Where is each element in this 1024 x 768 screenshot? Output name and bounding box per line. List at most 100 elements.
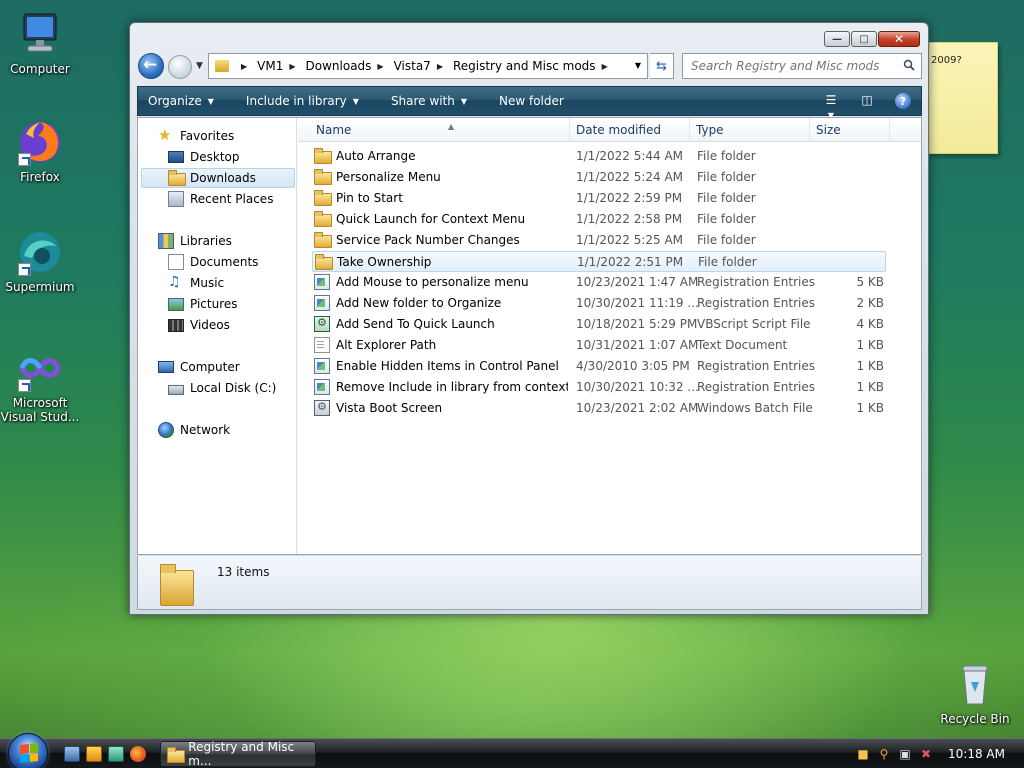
file-name-cell: Service Pack Number Changes xyxy=(336,233,520,247)
organize-button[interactable]: Organize ▼ xyxy=(148,94,214,108)
desktop-icon-recycle-bin[interactable]: Recycle Bin xyxy=(935,660,1015,726)
nav-downloads[interactable]: Downloads xyxy=(141,168,295,188)
file-row[interactable]: Add Send To Quick Launch 10/18/2021 5:29 … xyxy=(312,314,886,335)
minimize-button[interactable]: — xyxy=(824,31,850,47)
text-file-icon xyxy=(314,337,330,353)
breadcrumb-downloads[interactable]: Downloads ▶ xyxy=(306,59,394,73)
share-with-button[interactable]: Share with ▼ xyxy=(391,94,467,108)
file-size-cell: 5 KB xyxy=(856,275,884,289)
breadcrumb-current-folder[interactable]: Registry and Misc mods ▶ xyxy=(453,59,618,73)
nav-desktop[interactable]: Desktop xyxy=(168,147,240,167)
file-name-cell: Auto Arrange xyxy=(336,149,416,163)
tray-network-icon[interactable]: ▣ xyxy=(898,747,912,761)
folder-icon xyxy=(314,211,332,227)
nav-videos[interactable]: Videos xyxy=(168,315,230,335)
recent-places-icon xyxy=(168,191,184,207)
maximize-button[interactable]: □ xyxy=(851,31,877,47)
desktop-icon-label: Microsoft Visual Stud... xyxy=(0,396,80,424)
desktop-icon-computer[interactable]: Computer xyxy=(0,10,80,76)
view-options-button[interactable]: ☰ ▼ xyxy=(823,93,839,120)
nav-computer[interactable]: Computer xyxy=(158,357,240,377)
refresh-button[interactable]: ⇆ xyxy=(650,53,674,79)
file-size-cell: 1 KB xyxy=(856,401,884,415)
firefox-icon[interactable] xyxy=(130,746,146,762)
file-name-cell: Remove Include in library from context .… xyxy=(336,380,568,394)
file-date-cell: 1/1/2022 2:58 PM xyxy=(576,212,683,226)
column-headers: Name ▲ Date modified Type Size xyxy=(298,118,921,142)
file-date-cell: 1/1/2022 5:24 AM xyxy=(576,170,684,184)
file-name-cell: Add New folder to Organize xyxy=(336,296,502,310)
file-row[interactable]: Remove Include in library from context .… xyxy=(312,377,886,398)
desktop-icon-visual-studio[interactable]: Microsoft Visual Stud... xyxy=(0,344,80,424)
search-box[interactable] xyxy=(682,53,922,79)
registry-file-icon xyxy=(314,274,330,290)
address-history-dropdown[interactable]: ▼ xyxy=(635,61,641,70)
navigation-row: ▼ ▶ VM1▶ Downloads▶ Vista7▶ Registry and… xyxy=(138,53,922,81)
file-row[interactable]: Add New folder to Organize 10/30/2021 11:… xyxy=(312,293,886,314)
breadcrumb-arrow-root[interactable]: ▶ xyxy=(235,62,257,71)
taskbar: Registry and Misc m... ■ ⚲ ▣ ✖ 10:18 AM xyxy=(0,733,1024,768)
file-row[interactable]: Alt Explorer Path 10/31/2021 1:07 AM Text … xyxy=(312,335,886,356)
switch-windows-icon[interactable] xyxy=(108,746,124,762)
column-header-type[interactable]: Type xyxy=(690,118,810,142)
nav-network[interactable]: Network xyxy=(158,420,230,440)
search-icon[interactable] xyxy=(903,59,915,71)
file-row[interactable]: Pin to Start 1/1/2022 2:59 PM File folder xyxy=(312,188,886,209)
help-button[interactable]: ? xyxy=(895,93,911,109)
media-player-icon[interactable] xyxy=(86,746,102,762)
taskbar-button-explorer[interactable]: Registry and Misc m... xyxy=(160,740,316,768)
include-in-library-button[interactable]: Include in library ▼ xyxy=(246,94,359,108)
nav-pictures[interactable]: Pictures xyxy=(168,294,238,314)
file-date-cell: 10/18/2021 5:29 PM xyxy=(576,317,698,331)
tray-search-icon[interactable]: ⚲ xyxy=(877,747,891,761)
desktop-icon-label: Recycle Bin xyxy=(940,712,1010,726)
address-bar[interactable]: ▶ VM1 ▶ Downloads ▶ Vista7 ▶ Registry and M… xyxy=(208,53,648,79)
registry-file-icon xyxy=(314,295,330,311)
tray-folder-icon[interactable]: ■ xyxy=(856,747,870,761)
nav-music[interactable]: ♫ Music xyxy=(168,273,224,293)
file-row[interactable]: Add Mouse to personalize menu 10/23/2021 … xyxy=(312,272,886,293)
file-row[interactable]: Quick Launch for Context Menu 1/1/2022 2:… xyxy=(312,209,886,230)
forward-button[interactable] xyxy=(168,55,192,79)
registry-file-icon xyxy=(314,379,330,395)
back-button[interactable] xyxy=(138,53,164,79)
breadcrumb-vista7[interactable]: Vista7 ▶ xyxy=(394,59,453,73)
window-controls: — □ ✕ xyxy=(824,31,920,47)
search-input[interactable] xyxy=(691,59,901,73)
desktop-icon-firefox[interactable]: Firefox xyxy=(0,118,80,184)
folder-icon xyxy=(314,169,332,185)
file-date-cell: 4/30/2010 3:05 PM xyxy=(576,359,690,373)
file-size-cell: 1 KB xyxy=(856,359,884,373)
column-header-date[interactable]: Date modified xyxy=(570,118,690,142)
file-row[interactable]: Enable Hidden Items in Control Panel 4/30… xyxy=(312,356,886,377)
downloads-folder-icon xyxy=(168,170,186,186)
nav-libraries[interactable]: Libraries xyxy=(158,231,232,251)
nav-recent-places[interactable]: Recent Places xyxy=(168,189,273,209)
maximize-icon: □ xyxy=(859,33,869,45)
nav-local-disk[interactable]: Local Disk (C:) xyxy=(168,378,276,398)
chevron-right-icon: ▶ xyxy=(601,61,608,71)
preview-pane-button[interactable]: ◫ xyxy=(859,93,875,109)
tray-volume-muted-icon[interactable]: ✖ xyxy=(919,747,933,761)
file-row[interactable]: Take Ownership 1/1/2022 2:51 PM File folde… xyxy=(312,251,886,272)
visual-studio-icon xyxy=(16,344,64,392)
taskbar-clock[interactable]: 10:18 AM xyxy=(948,747,1005,761)
close-button[interactable]: ✕ xyxy=(878,31,920,47)
start-button[interactable] xyxy=(8,733,48,768)
show-desktop-icon[interactable] xyxy=(64,746,80,762)
file-row[interactable]: Vista Boot Screen10/23/2021 2:02 AMWindo… xyxy=(312,398,886,419)
new-folder-button[interactable]: New folder xyxy=(499,94,564,108)
network-icon xyxy=(158,422,174,438)
recent-pages-dropdown[interactable]: ▼ xyxy=(196,61,203,71)
file-row[interactable]: Personalize Menu 1/1/2022 5:24 AM File fol… xyxy=(312,167,886,188)
file-row[interactable]: Auto Arrange 1/1/2022 5:44 AM File folder xyxy=(312,146,886,167)
column-header-size[interactable]: Size xyxy=(810,118,890,142)
nav-favorites[interactable]: ★ Favorites xyxy=(158,126,234,146)
sticky-note[interactable]: 2009? xyxy=(928,42,998,154)
breadcrumb-vm1[interactable]: VM1 ▶ xyxy=(257,59,305,73)
file-row[interactable]: Service Pack Number Changes 1/1/2022 5:25… xyxy=(312,230,886,251)
column-header-name[interactable]: Name ▲ xyxy=(310,118,570,142)
desktop-icon-supermium[interactable]: Supermium xyxy=(0,228,80,294)
nav-documents[interactable]: Documents xyxy=(168,252,258,272)
file-name-cell: Quick Launch for Context Menu xyxy=(336,212,526,226)
